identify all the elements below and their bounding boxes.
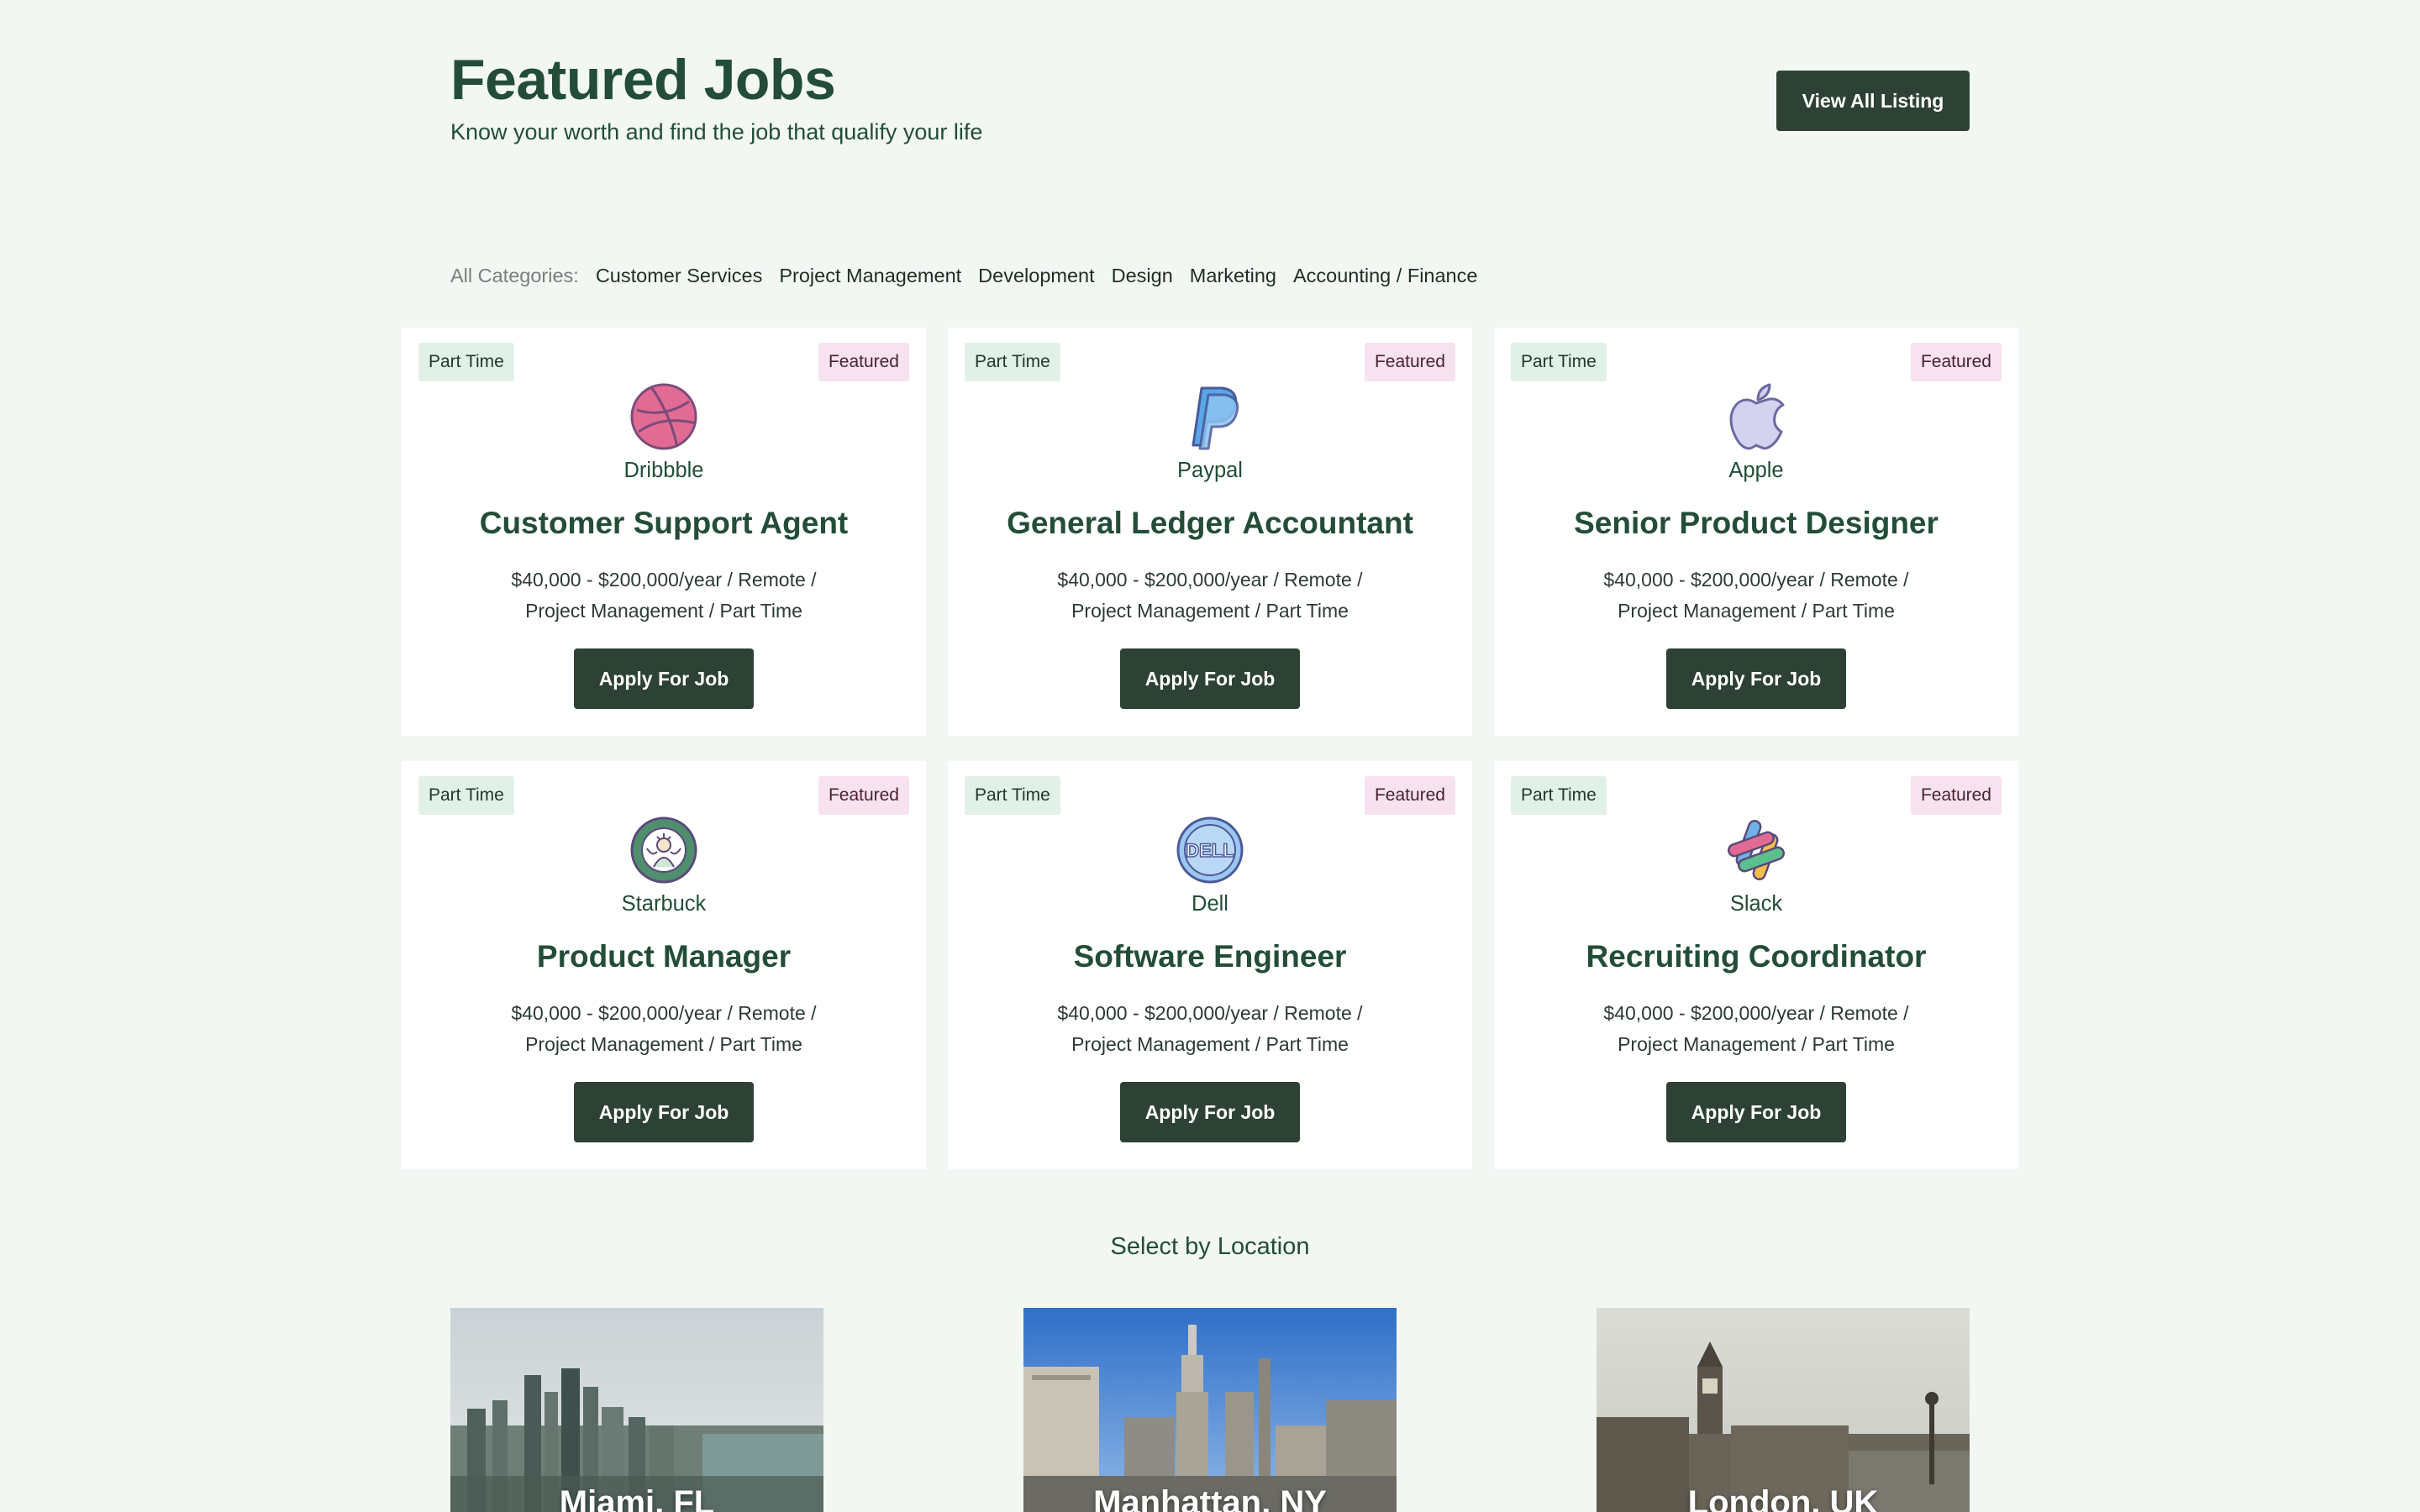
- featured-badge: Featured: [1364, 776, 1455, 815]
- starbucks-icon: [629, 815, 699, 885]
- dribbble-icon: [629, 381, 699, 452]
- job-salary-location: $40,000 - $200,000/year / Remote /: [1603, 1002, 1909, 1024]
- job-type-tag: Part Time: [418, 343, 514, 381]
- job-title[interactable]: Recruiting Coordinator: [1494, 939, 2018, 974]
- apple-icon: [1721, 381, 1791, 452]
- apply-for-job-button[interactable]: Apply For Job: [1666, 648, 1846, 709]
- london-skyline-image: [1597, 1308, 1970, 1512]
- job-meta: $40,000 - $200,000/year / Remote / Proje…: [1561, 564, 1951, 627]
- category-development[interactable]: Development: [978, 265, 1094, 287]
- job-salary-location: $40,000 - $200,000/year / Remote /: [1603, 569, 1909, 591]
- miami-skyline-image: [450, 1308, 823, 1512]
- category-marketing[interactable]: Marketing: [1190, 265, 1276, 287]
- featured-badge: Featured: [1910, 776, 2002, 815]
- job-title[interactable]: Software Engineer: [948, 939, 1472, 974]
- apply-for-job-button[interactable]: Apply For Job: [1120, 1082, 1300, 1142]
- job-meta: $40,000 - $200,000/year / Remote / Proje…: [469, 998, 859, 1060]
- company-name: Paypal: [1177, 459, 1243, 482]
- location-card-miami[interactable]: Miami, FL: [450, 1308, 823, 1512]
- job-card: Part Time Featured Slack Recruiting Coor…: [1494, 761, 2018, 1169]
- paypal-icon: [1175, 381, 1245, 452]
- job-category-type: Project Management / Part Time: [525, 1033, 802, 1055]
- category-filter-bar: All Categories: Customer Services Projec…: [450, 262, 1494, 289]
- job-card: Part Time Featured Apple Senior Product …: [1494, 328, 2018, 736]
- manhattan-skyline-image: [1023, 1308, 1397, 1512]
- job-type-tag: Part Time: [965, 776, 1060, 815]
- apply-for-job-button[interactable]: Apply For Job: [1120, 648, 1300, 709]
- job-type-tag: Part Time: [965, 343, 1060, 381]
- job-salary-location: $40,000 - $200,000/year / Remote /: [1057, 1002, 1363, 1024]
- job-card: Part Time Featured Dribbble Customer Sup…: [402, 328, 926, 736]
- job-category-type: Project Management / Part Time: [525, 600, 802, 622]
- location-card-manhattan[interactable]: Manhattan, NY: [1023, 1308, 1397, 1512]
- location-section-title: Select by Location: [1110, 1233, 1310, 1260]
- category-customer-services[interactable]: Customer Services: [596, 265, 763, 287]
- job-card: Part Time Featured DELL Dell Software En…: [948, 761, 1472, 1169]
- job-title[interactable]: General Ledger Accountant: [948, 506, 1472, 541]
- job-grid: Part Time Featured Dribbble Customer Sup…: [402, 328, 2018, 1169]
- job-card: Part Time Featured Starbuck Product Mana…: [402, 761, 926, 1169]
- company-name: Dribbble: [623, 459, 704, 482]
- job-salary-location: $40,000 - $200,000/year / Remote /: [511, 569, 817, 591]
- job-category-type: Project Management / Part Time: [1618, 1033, 1895, 1055]
- job-category-type: Project Management / Part Time: [1618, 600, 1895, 622]
- apply-for-job-button[interactable]: Apply For Job: [574, 1082, 754, 1142]
- job-meta: $40,000 - $200,000/year / Remote / Proje…: [469, 564, 859, 627]
- featured-badge: Featured: [1910, 343, 2002, 381]
- job-type-tag: Part Time: [418, 776, 514, 815]
- featured-badge: Featured: [1364, 343, 1455, 381]
- featured-jobs-header: Featured Jobs Know your worth and find t…: [450, 47, 1970, 156]
- view-all-listing-button[interactable]: View All Listing: [1776, 71, 1970, 131]
- company-name: Apple: [1728, 459, 1784, 482]
- job-card: Part Time Featured Paypal General Ledger…: [948, 328, 1472, 736]
- apply-for-job-button[interactable]: Apply For Job: [1666, 1082, 1846, 1142]
- category-project-management[interactable]: Project Management: [779, 265, 961, 287]
- job-type-tag: Part Time: [1511, 343, 1607, 381]
- featured-badge: Featured: [818, 776, 909, 815]
- apply-for-job-button[interactable]: Apply For Job: [574, 648, 754, 709]
- categories-label: All Categories:: [450, 264, 579, 286]
- location-card-london[interactable]: London, UK: [1597, 1308, 1970, 1512]
- job-salary-location: $40,000 - $200,000/year / Remote /: [511, 1002, 817, 1024]
- category-design[interactable]: Design: [1112, 265, 1173, 287]
- company-name: Slack: [1729, 892, 1783, 916]
- job-meta: $40,000 - $200,000/year / Remote / Proje…: [1561, 998, 1951, 1060]
- job-title[interactable]: Product Manager: [402, 939, 926, 974]
- company-name: Dell: [1192, 892, 1228, 916]
- company-name: Starbuck: [621, 892, 707, 916]
- category-accounting-finance[interactable]: Accounting / Finance: [1293, 265, 1477, 287]
- svg-text:DELL: DELL: [1186, 840, 1234, 861]
- job-salary-location: $40,000 - $200,000/year / Remote /: [1057, 569, 1363, 591]
- dell-icon: DELL: [1175, 815, 1245, 885]
- location-name: London, UK: [1687, 1484, 1879, 1512]
- job-meta: $40,000 - $200,000/year / Remote / Proje…: [1015, 998, 1405, 1060]
- job-meta: $40,000 - $200,000/year / Remote / Proje…: [1015, 564, 1405, 627]
- job-title[interactable]: Customer Support Agent: [402, 506, 926, 541]
- job-type-tag: Part Time: [1511, 776, 1607, 815]
- page-subtitle: Know your worth and find the job that qu…: [450, 119, 983, 144]
- location-name: Manhattan, NY: [1093, 1484, 1327, 1512]
- job-category-type: Project Management / Part Time: [1071, 600, 1349, 622]
- job-title[interactable]: Senior Product Designer: [1494, 506, 2018, 541]
- page-title: Featured Jobs: [450, 48, 836, 112]
- featured-badge: Featured: [818, 343, 909, 381]
- job-category-type: Project Management / Part Time: [1071, 1033, 1349, 1055]
- slack-icon: [1721, 815, 1791, 885]
- location-name: Miami, FL: [559, 1484, 715, 1512]
